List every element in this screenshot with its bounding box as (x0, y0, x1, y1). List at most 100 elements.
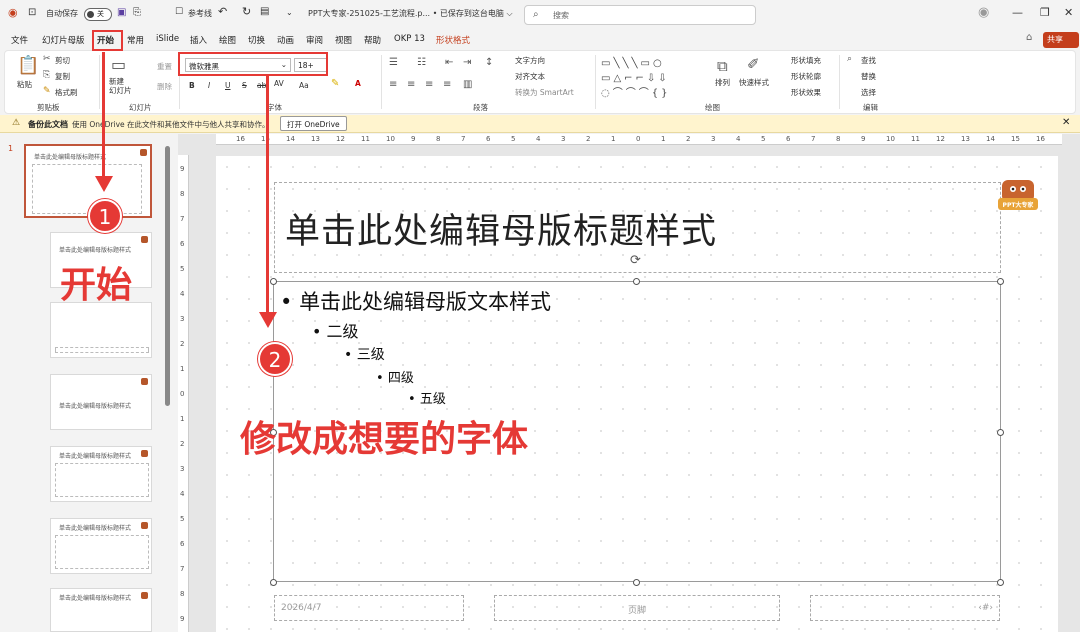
tab-animations[interactable]: 动画 (277, 34, 294, 46)
slide-number-placeholder[interactable]: ‹#› (810, 595, 1000, 621)
smartart-button[interactable]: 转换为 SmartArt (515, 87, 574, 98)
close-notice-icon[interactable]: ✕ (1062, 117, 1070, 128)
font-color-button[interactable]: A (355, 79, 361, 88)
delete-button[interactable]: 删除 (157, 81, 172, 92)
tab-file[interactable]: 文件 (11, 34, 28, 46)
layout-thumbnail[interactable]: 单击此处编辑母版标题样式 (50, 374, 152, 430)
resize-handle[interactable] (633, 579, 640, 586)
account-avatar-icon[interactable]: ◉ (978, 5, 989, 20)
resize-handle[interactable] (633, 278, 640, 285)
resize-handle[interactable] (997, 429, 1004, 436)
new-slide-icon[interactable]: ▭ (111, 55, 126, 74)
save-icon[interactable]: ▣ (117, 7, 126, 18)
arrange-icon[interactable]: ⧉ (717, 57, 728, 75)
line-spacing-icon[interactable]: ↕ (485, 57, 493, 68)
align-right-icon[interactable]: ≡ (425, 79, 433, 90)
tab-slide-master[interactable]: 幻灯片母版 (42, 34, 85, 46)
align-text-button[interactable]: 对齐文本 (515, 71, 545, 82)
tab-common[interactable]: 常用 (127, 34, 144, 46)
ruler-tick-label: 7 (461, 135, 466, 143)
share-label: 共享 (1047, 35, 1063, 44)
align-left-icon[interactable]: ≡ (389, 79, 397, 90)
align-center-icon[interactable]: ≡ (407, 79, 415, 90)
paste-icon[interactable]: 📋 (17, 55, 39, 76)
select-button[interactable]: 选择 (861, 87, 876, 98)
tab-islide[interactable]: iSlide (156, 34, 179, 44)
new-slide-button[interactable]: 新建 幻灯片 (109, 77, 132, 95)
rotate-handle-icon[interactable]: ⟳ (630, 253, 641, 268)
document-title[interactable]: PPT大专家-251025-工艺流程.p... • 已保存到这台电脑 ⌵ (308, 8, 513, 19)
undo-icon[interactable]: ↶ (218, 5, 227, 18)
tab-insert[interactable]: 插入 (190, 34, 207, 46)
bullets-icon[interactable]: ☰ (389, 57, 398, 68)
find-button[interactable]: 查找 (861, 55, 876, 66)
layout-thumbnail[interactable]: 单击此处编辑母版标题样式 (50, 588, 152, 632)
decrease-indent-icon[interactable]: ⇤ (445, 57, 453, 68)
format-painter-button[interactable]: 格式刷 (55, 87, 78, 98)
master-thumbnail[interactable]: 单击此处编辑母版标题样式 (24, 144, 152, 218)
comments-icon[interactable]: ⌂ (1026, 32, 1032, 43)
ruler-tick-label: 6 (786, 135, 791, 143)
copy-icon[interactable]: ⎘ (133, 7, 141, 18)
layout-thumbnail[interactable] (50, 302, 152, 358)
minimize-icon[interactable]: — (1012, 6, 1023, 19)
columns-icon[interactable]: ▥ (463, 79, 472, 90)
restore-icon[interactable]: ❐ (1040, 6, 1050, 19)
tab-review[interactable]: 审阅 (306, 34, 323, 46)
open-onedrive-button[interactable]: 打开 OneDrive (280, 116, 347, 131)
layout-thumbnail[interactable]: 单击此处编辑母版标题样式 (50, 446, 152, 502)
layout-thumbnail[interactable]: 单击此处编辑母版标题样式 (50, 518, 152, 574)
bold-button[interactable]: B (189, 81, 195, 90)
footer-placeholder[interactable]: 页脚 (494, 595, 780, 621)
date-placeholder[interactable]: 2026/4/7 (274, 595, 464, 621)
replace-button[interactable]: 替换 (861, 71, 876, 82)
italic-button[interactable]: I (208, 81, 210, 90)
title-placeholder-text[interactable]: 单击此处编辑母版标题样式 (285, 203, 717, 254)
quick-styles-button[interactable]: 快速样式 (739, 77, 769, 88)
ruler-tick-label: 0 (636, 135, 641, 143)
tab-transitions[interactable]: 切换 (248, 34, 265, 46)
shape-outline-button[interactable]: 形状轮廓 (791, 71, 821, 82)
tab-okp[interactable]: OKP 13 (394, 34, 425, 44)
share-button[interactable]: 共享 (1043, 32, 1079, 48)
change-case-button[interactable]: Aa (299, 81, 309, 90)
thumbnails-scrollbar[interactable] (165, 146, 170, 406)
arrange-button[interactable]: 排列 (715, 77, 730, 88)
shape-effects-button[interactable]: 形状效果 (791, 87, 821, 98)
layout-icon[interactable]: ▤ (260, 6, 269, 17)
slide-thumbnails-pane: 1 单击此处编辑母版标题样式 单击此处编辑母版标题样式 单击此处编辑母版标题样式… (0, 134, 176, 632)
shapes-gallery[interactable]: ▭╲╲╲▭○ ▭△⌐⌐⇩⇩ ◌⌒⌒⌒{} (601, 56, 691, 100)
redo-icon[interactable]: ↻ (242, 5, 251, 18)
copy-button[interactable]: 复制 (55, 71, 70, 82)
resize-handle[interactable] (997, 579, 1004, 586)
checkbox-icon[interactable]: ☐ (175, 7, 183, 17)
autosave-toggle[interactable]: 关 (84, 8, 112, 21)
text-direction-button[interactable]: 文字方向 (515, 55, 545, 66)
shadow-button[interactable]: ab (257, 81, 266, 90)
resize-handle[interactable] (270, 579, 277, 586)
resize-handle[interactable] (270, 278, 277, 285)
increase-indent-icon[interactable]: ⇥ (463, 57, 471, 68)
presenter-icon[interactable]: ⊡ (28, 7, 36, 18)
close-icon[interactable]: ✕ (1064, 6, 1073, 19)
tab-view[interactable]: 视图 (335, 34, 352, 46)
bullet-level-4-text: 四级 (387, 371, 414, 386)
reset-button[interactable]: 重置 (157, 61, 172, 72)
strikethrough-button[interactable]: S (242, 81, 247, 90)
resize-handle[interactable] (997, 278, 1004, 285)
highlight-icon[interactable]: ✎ (331, 78, 339, 89)
tab-draw[interactable]: 绘图 (219, 34, 236, 46)
numbering-icon[interactable]: ☷ (417, 57, 426, 68)
tab-shape-format[interactable]: 形状格式 (436, 34, 470, 46)
search-box[interactable]: ⌕ 搜索 (524, 5, 756, 25)
quick-access-more-icon[interactable]: ⌄ (286, 8, 293, 17)
shape-fill-button[interactable]: 形状填充 (791, 55, 821, 66)
paste-button[interactable]: 粘贴 (17, 79, 32, 90)
char-spacing-button[interactable]: AV (274, 79, 284, 88)
tab-help[interactable]: 帮助 (364, 34, 381, 46)
date-text: 2026/4/7 (281, 603, 322, 613)
cut-button[interactable]: 剪切 (55, 55, 70, 66)
justify-icon[interactable]: ≡ (443, 79, 451, 90)
quick-styles-icon[interactable]: ✐ (747, 55, 760, 73)
underline-button[interactable]: U (225, 81, 231, 90)
